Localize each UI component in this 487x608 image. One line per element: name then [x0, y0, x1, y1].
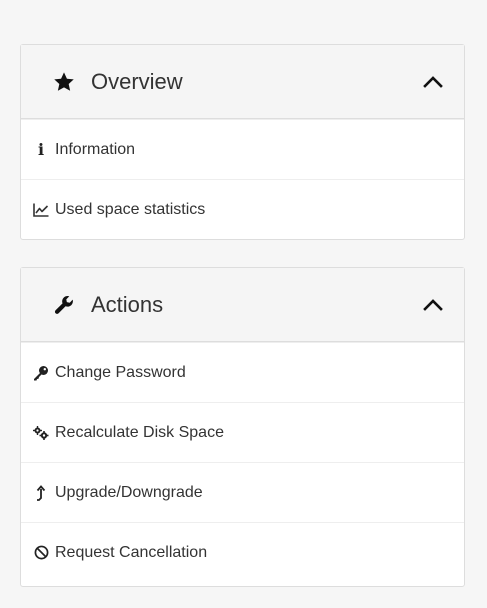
line-chart-icon: [33, 202, 49, 218]
key-icon: [33, 365, 49, 381]
star-icon: [53, 71, 75, 93]
menu-item-label: Recalculate Disk Space: [55, 423, 224, 441]
menu-item-used-space-statistics[interactable]: Used space statistics: [21, 179, 464, 239]
actions-panel: Actions Change Password Recalculate Disk…: [20, 267, 465, 587]
chevron-up-icon[interactable]: [422, 294, 444, 316]
level-up-icon: [33, 484, 49, 501]
menu-item-upgrade-downgrade[interactable]: Upgrade/Downgrade: [21, 462, 464, 522]
chevron-up-icon[interactable]: [422, 71, 444, 93]
menu-item-label: Request Cancellation: [55, 543, 208, 561]
actions-title: Actions: [91, 291, 164, 317]
ban-icon: [33, 545, 49, 561]
menu-item-label: Information: [55, 140, 136, 158]
menu-item-label: Upgrade/Downgrade: [55, 483, 203, 501]
menu-item-information[interactable]: i Information: [21, 119, 464, 179]
menu-item-recalculate-disk-space[interactable]: Recalculate Disk Space: [21, 402, 464, 462]
overview-panel-heading[interactable]: Overview: [21, 45, 464, 119]
menu-item-change-password[interactable]: Change Password: [21, 342, 464, 402]
overview-panel: Overview i Information Used space statis…: [20, 44, 465, 240]
info-icon: i: [37, 139, 45, 159]
overview-title: Overview: [91, 68, 183, 94]
menu-item-label: Change Password: [55, 363, 186, 381]
wrench-icon: [53, 294, 75, 316]
menu-item-request-cancellation[interactable]: Request Cancellation: [21, 522, 464, 582]
actions-panel-heading[interactable]: Actions: [21, 268, 464, 342]
menu-item-label: Used space statistics: [55, 200, 206, 218]
cogs-icon: [33, 425, 49, 441]
